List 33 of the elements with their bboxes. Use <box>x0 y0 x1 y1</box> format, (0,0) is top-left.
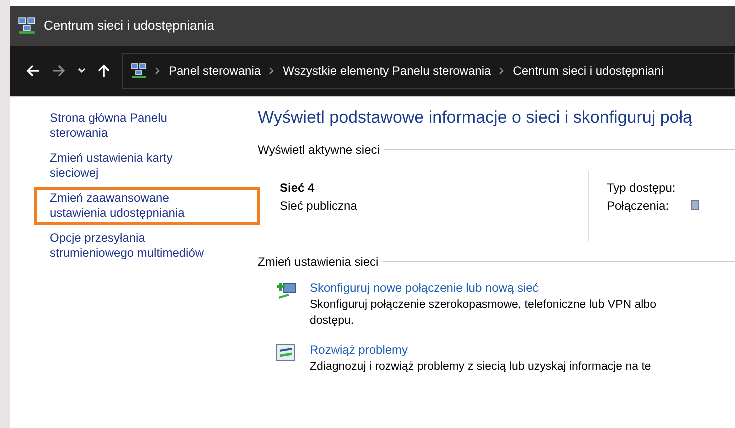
sidebar-link[interactable]: Strona główna Panelu sterowania <box>50 111 220 141</box>
task-link[interactable]: Skonfiguruj nowe połączenie lub nową sieć <box>310 278 656 296</box>
back-arrow-icon[interactable] <box>26 64 40 78</box>
up-arrow-icon[interactable] <box>98 64 110 78</box>
forward-arrow-icon[interactable] <box>52 64 66 78</box>
task-description: dostępu. <box>310 314 356 328</box>
chevron-down-icon[interactable] <box>78 67 86 75</box>
chevron-right-icon <box>499 67 506 75</box>
access-type-label: Typ dostępu: <box>607 180 677 196</box>
breadcrumb[interactable]: Centrum sieci i udostępniani <box>513 62 664 80</box>
breadcrumb[interactable]: Panel sterowania <box>169 62 262 80</box>
task-description: Zdiagnozuj i rozwiąż problemy z siecią lub uzyskaj informacje na te <box>310 360 652 374</box>
connection-icon <box>691 200 700 212</box>
sidebar-link[interactable]: Zmień zaawansowane ustawienia udostępniania <box>34 187 260 225</box>
page-heading: Wyświetl podstawowe informacje o sieci i skonfiguruj połą <box>258 107 694 129</box>
sidebar-link[interactable]: Opcje przesyłania strumieniowego multimediów <box>50 231 220 261</box>
network-type: Sieć publiczna <box>280 198 358 214</box>
section-title: Wyświetl aktywne sieci <box>258 142 380 158</box>
task-description: Skonfiguruj połączenie szerokopasmowe, telefoniczne lub VPN albo <box>310 298 656 312</box>
network-plus-icon <box>276 280 298 300</box>
network-name: Sieć 4 <box>280 180 316 196</box>
breadcrumb[interactable]: Wszystkie elementy Panelu sterowania <box>283 62 492 80</box>
connections-label: Połączenia: <box>607 198 670 214</box>
troubleshoot-icon <box>276 342 296 362</box>
sidebar-link[interactable]: Zmień ustawienia karty sieciowej <box>50 151 220 181</box>
task-link[interactable]: Rozwiąż problemy <box>310 340 652 358</box>
path-field[interactable]: Panel sterowania Wszystkie elementy Panelu sterowania Centrum sieci i udostępniani <box>122 53 735 89</box>
chevron-right-icon <box>269 67 276 75</box>
network-icon <box>18 17 36 35</box>
chevron-right-icon <box>155 67 161 75</box>
section-title: Zmień ustawienia sieci <box>258 254 379 270</box>
network-icon <box>131 63 147 79</box>
window-title: Centrum sieci i udostępniania <box>44 17 215 36</box>
